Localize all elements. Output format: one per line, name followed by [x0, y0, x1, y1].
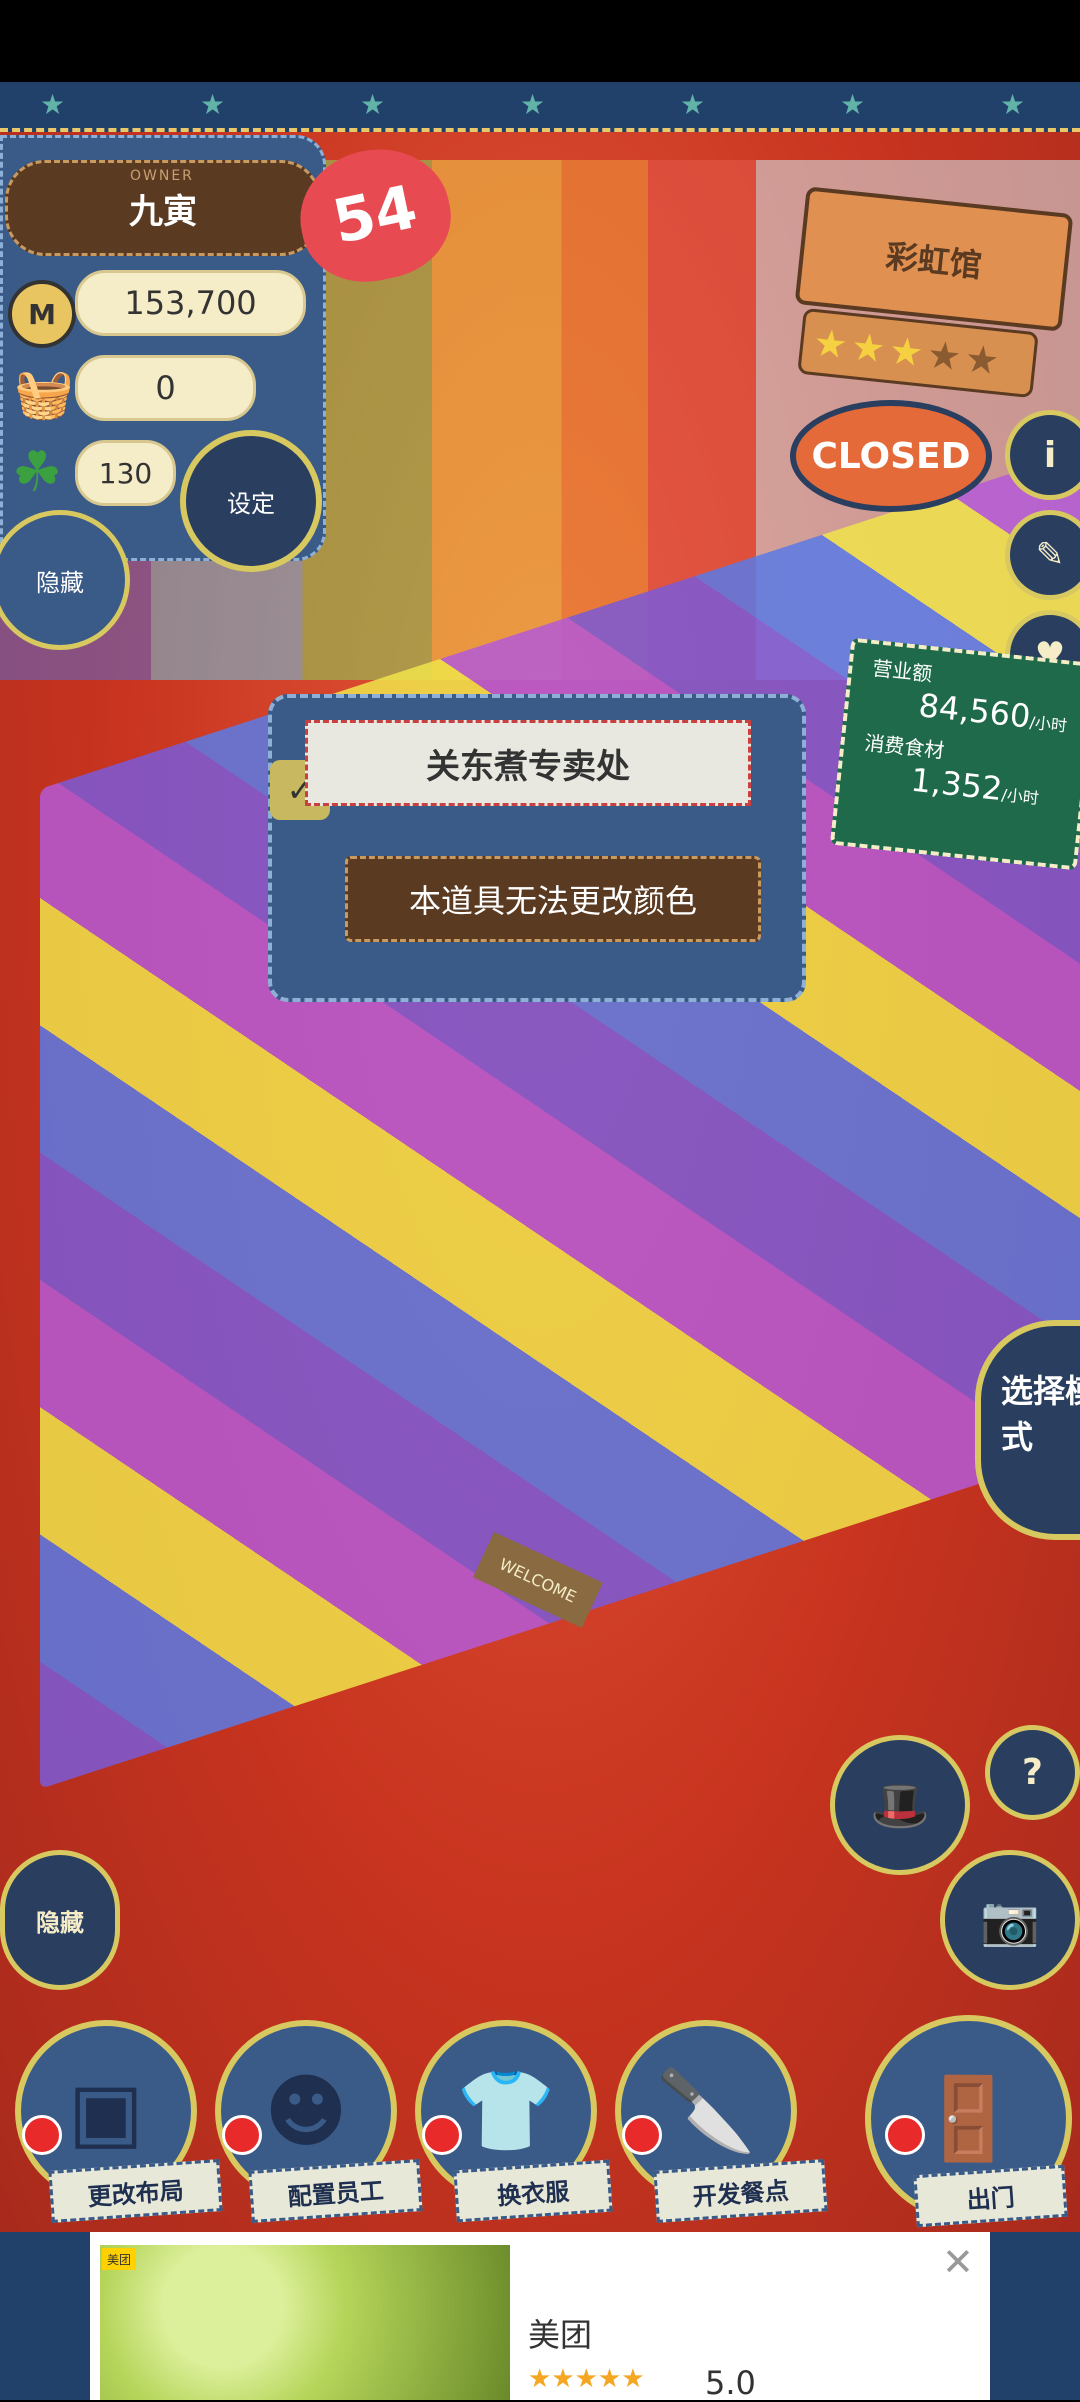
closed-sign[interactable]: CLOSED — [790, 400, 992, 512]
camera-icon[interactable]: 📷 — [940, 1850, 1080, 1990]
coin-icon: M — [8, 280, 76, 348]
star-icon: ★ — [962, 336, 1002, 384]
settings-button[interactable]: 设定 — [180, 430, 322, 572]
cube-icon: ▣ — [68, 2064, 144, 2158]
shirt-icon: 👕 — [456, 2064, 556, 2157]
hat-icon[interactable]: 🎩 — [830, 1735, 970, 1875]
pin-icon — [622, 2115, 662, 2155]
star-decoration-icon: ★ — [40, 88, 66, 121]
clover-icon: ☘ — [12, 440, 63, 505]
star-decoration-icon: ★ — [1000, 88, 1026, 121]
ad-rating: 5.0 — [705, 2364, 756, 2402]
popup-message: 本道具无法更改颜色 — [345, 856, 761, 942]
bear-head-icon: ☻ — [264, 2064, 348, 2158]
sales-panel: 营业额 84,560/小时 消费食材 1,352/小时 — [829, 637, 1080, 871]
select-mode-label: 选择模式 — [1001, 1372, 1080, 1456]
go-out-label: 出门 — [913, 2164, 1068, 2228]
pin-icon — [885, 2115, 925, 2155]
pin-icon — [22, 2115, 62, 2155]
status-bar — [0, 0, 1080, 82]
star-icon: ★ — [887, 328, 926, 376]
hide-bottom-button[interactable]: 隐藏 — [0, 1850, 120, 1990]
ingredient-basket-icon: 🧺 — [14, 366, 74, 422]
clovers-value: 130 — [75, 440, 176, 506]
star-icon: ★ — [811, 320, 850, 368]
star-icon: ★ — [924, 332, 964, 380]
ad-close-icon[interactable]: ✕ — [942, 2240, 974, 2284]
door-icon: 🚪 — [918, 2071, 1019, 2165]
help-button[interactable]: ? — [985, 1725, 1080, 1820]
ad-rating-stars: ★★★★★ — [528, 2364, 645, 2394]
consumption-unit: /小时 — [1000, 785, 1040, 809]
popup-title: 关东煮专卖处 — [305, 720, 751, 806]
pin-icon — [422, 2115, 462, 2155]
star-icon: ★ — [849, 324, 888, 372]
star-decoration-icon: ★ — [680, 88, 706, 121]
change-outfit-label: 换衣服 — [453, 2159, 613, 2223]
ad-title[interactable]: 美团 — [528, 2310, 592, 2356]
owner-label: OWNER — [130, 168, 194, 184]
ad-brand-badge: 美团 — [102, 2248, 136, 2270]
coins-value: 153,700 — [75, 270, 306, 336]
star-decoration-icon: ★ — [520, 88, 546, 121]
revenue-unit: /小时 — [1028, 712, 1068, 736]
consumption-value: 1,352 — [909, 760, 1005, 809]
star-decoration-icon: ★ — [840, 88, 866, 121]
pin-icon — [222, 2115, 262, 2155]
ingredients-value: 0 — [75, 355, 256, 421]
star-decoration-icon: ★ — [200, 88, 226, 121]
knife-icon: 🔪 — [656, 2064, 756, 2157]
bunting-banner: ★ ★ ★ ★ ★ ★ ★ — [0, 82, 1080, 132]
ad-image[interactable] — [100, 2245, 510, 2400]
select-mode-button[interactable]: 选择模式 — [975, 1320, 1080, 1540]
star-decoration-icon: ★ — [360, 88, 386, 121]
